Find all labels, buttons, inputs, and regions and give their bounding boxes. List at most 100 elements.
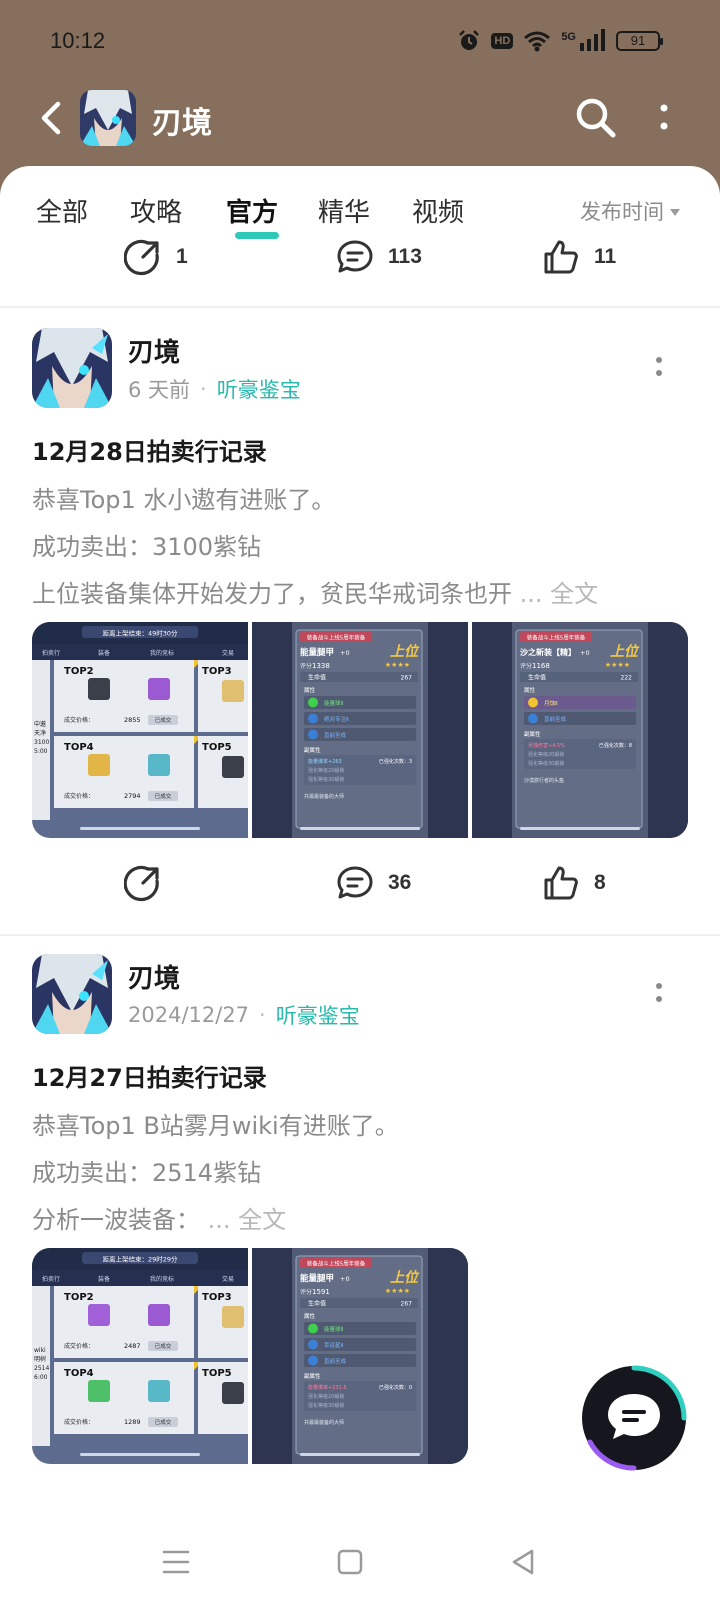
tab-official[interactable]: 官方 bbox=[226, 192, 278, 229]
comment-button[interactable]: 36 bbox=[336, 858, 411, 908]
auction-tab: 交易 bbox=[222, 1275, 234, 1283]
post-actions: 36 8 bbox=[0, 858, 720, 908]
back-button[interactable] bbox=[36, 98, 70, 138]
comment-icon bbox=[337, 866, 373, 899]
like-button[interactable]: 11 bbox=[542, 232, 616, 282]
rank-label: TOP2 bbox=[64, 666, 94, 677]
skill-name: 直前至成 bbox=[544, 715, 567, 723]
sort-dropdown[interactable]: 发布时间 bbox=[580, 196, 680, 226]
section-label: 副属性 bbox=[304, 746, 321, 754]
comment-count: 113 bbox=[388, 245, 422, 268]
item-level: +0 bbox=[580, 649, 590, 657]
post-line: 成功卖出：3100紫钻 bbox=[32, 533, 262, 561]
sub-attr: 强化等级20解锁 bbox=[308, 1393, 344, 1400]
enhance-count: 已强化次数：3 bbox=[379, 758, 412, 765]
tab-featured[interactable]: 精华 bbox=[318, 192, 370, 229]
post-more-icon[interactable] bbox=[652, 978, 666, 1008]
sold-label: 已成交 bbox=[155, 792, 172, 800]
item-name: 能量腿甲 bbox=[300, 1273, 334, 1284]
sub-attr: 强化等级20解锁 bbox=[308, 767, 344, 774]
system-nav-bar bbox=[0, 1530, 720, 1600]
comment-icon bbox=[337, 240, 373, 273]
post-author[interactable]: 刃境 bbox=[128, 958, 180, 995]
item-desc: 沙漠旅行者的头盔 bbox=[524, 777, 564, 784]
hp-value: 222 bbox=[621, 675, 633, 682]
post-image[interactable]: 装备战斗上线5周年装备 能量腿甲 +0 上位 评分 1591 ★★★★ 生命值 … bbox=[252, 1248, 468, 1464]
comment-button[interactable]: 113 bbox=[336, 232, 422, 282]
thumbs-up-icon bbox=[544, 240, 578, 274]
avatar[interactable] bbox=[32, 328, 112, 408]
post-author[interactable]: 刃境 bbox=[128, 332, 180, 369]
price-label: 成交价格： bbox=[64, 1342, 94, 1350]
game-icon[interactable] bbox=[80, 90, 136, 146]
sort-label: 发布时间 bbox=[580, 200, 664, 224]
floating-chat-button[interactable] bbox=[580, 1364, 688, 1472]
skill-name: 直前至成 bbox=[324, 731, 347, 739]
caret-down-icon bbox=[670, 208, 680, 216]
share-icon bbox=[124, 239, 159, 276]
like-button[interactable]: 8 bbox=[542, 858, 606, 908]
home-icon[interactable] bbox=[330, 1542, 370, 1582]
post-divider bbox=[0, 306, 720, 308]
post-images: 距离上架结束：49时30分 拍卖行 装备 我的竞标 交易 中遨 天净 3100 … bbox=[32, 622, 688, 838]
side-text: 5:00 bbox=[34, 748, 48, 755]
search-icon[interactable] bbox=[574, 96, 618, 140]
thumbs-up-icon bbox=[544, 866, 578, 900]
price-value: 1289 bbox=[124, 1418, 141, 1426]
post-tag[interactable]: 听豪鉴宝 bbox=[217, 374, 301, 404]
share-button[interactable] bbox=[124, 858, 176, 908]
rank-label: TOP4 bbox=[64, 742, 94, 753]
battery-icon: 91 bbox=[616, 31, 663, 51]
read-more-link[interactable]: 全文 bbox=[550, 580, 598, 608]
section-label: 副属性 bbox=[304, 1372, 321, 1380]
back-icon[interactable] bbox=[504, 1542, 544, 1582]
post-meta: 2024/12/27 · 听豪鉴宝 bbox=[128, 1000, 360, 1030]
side-text: 明树 bbox=[34, 1355, 46, 1363]
skill-name: 月蚀Ⅱ bbox=[544, 699, 558, 707]
more-icon[interactable] bbox=[650, 100, 678, 136]
status-icons: HD 5G 91 bbox=[457, 28, 663, 54]
tab-guides[interactable]: 攻略 bbox=[130, 192, 182, 229]
post-image[interactable]: 装备战斗上线5周年装备 沙之新装【精】 +0 上位 评分 1168 ★★★★ 生… bbox=[472, 622, 688, 838]
item-header: 装备战斗上线5周年装备 bbox=[307, 1260, 366, 1268]
item-header: 装备战斗上线5周年装备 bbox=[527, 634, 586, 642]
auction-tab: 拍卖行 bbox=[42, 1275, 60, 1283]
item-desc: 共最最装备的大师 bbox=[304, 793, 344, 800]
score-label: 评分 bbox=[300, 1288, 312, 1296]
alarm-icon bbox=[459, 30, 480, 50]
post-image[interactable]: 装备战斗上线5周年装备 能量腿甲 +0 上位 评分 1338 ★★★★ 生命值 … bbox=[252, 622, 468, 838]
ellipsis: ... bbox=[207, 1206, 231, 1234]
post-more-icon[interactable] bbox=[652, 352, 666, 382]
hp-label: 生命值 bbox=[528, 674, 546, 682]
rank-label: TOP4 bbox=[64, 1368, 94, 1379]
post-title[interactable]: 12月27日拍卖行记录 bbox=[32, 1058, 267, 1093]
stars-icon: ★★★★ bbox=[385, 661, 410, 669]
tab-all[interactable]: 全部 bbox=[36, 192, 88, 229]
post-tag[interactable]: 听豪鉴宝 bbox=[276, 1000, 360, 1030]
section-label: 属性 bbox=[304, 686, 316, 694]
enhance-count: 已强化次数：0 bbox=[379, 1384, 412, 1391]
score-value: 1338 bbox=[312, 662, 330, 670]
post-images: 距离上架结束：29时29分 拍卖行 装备 我的竞标 交易 wiki 明树 251… bbox=[32, 1248, 468, 1464]
post-image[interactable]: 距离上架结束：49时30分 拍卖行 装备 我的竞标 交易 中遨 天净 3100 … bbox=[32, 622, 248, 838]
item-desc: 共最最装备的大师 bbox=[304, 1419, 344, 1426]
share-button[interactable]: 1 bbox=[124, 232, 188, 282]
page-title: 刃境 bbox=[152, 106, 212, 141]
item-rank: 上位 bbox=[390, 643, 420, 660]
hp-label: 生命值 bbox=[308, 1300, 326, 1308]
section-label: 副属性 bbox=[524, 730, 541, 738]
score-label: 评分 bbox=[300, 662, 312, 670]
item-header: 装备战斗上线5周年装备 bbox=[307, 634, 366, 642]
post-meta: 6 天前 · 听豪鉴宝 bbox=[128, 374, 301, 404]
avatar[interactable] bbox=[32, 954, 112, 1034]
read-more-link[interactable]: 全文 bbox=[238, 1206, 286, 1234]
share-icon bbox=[124, 865, 159, 902]
network-label: 5G bbox=[561, 31, 576, 43]
auction-tab: 交易 bbox=[222, 649, 234, 657]
menu-icon[interactable] bbox=[156, 1542, 196, 1582]
ellipsis: ... bbox=[519, 580, 543, 608]
post-title[interactable]: 12月28日拍卖行记录 bbox=[32, 432, 267, 467]
post-image[interactable]: 距离上架结束：29时29分 拍卖行 装备 我的竞标 交易 wiki 明树 251… bbox=[32, 1248, 248, 1464]
price-label: 成交价格： bbox=[64, 716, 94, 724]
tab-video[interactable]: 视频 bbox=[412, 192, 464, 229]
